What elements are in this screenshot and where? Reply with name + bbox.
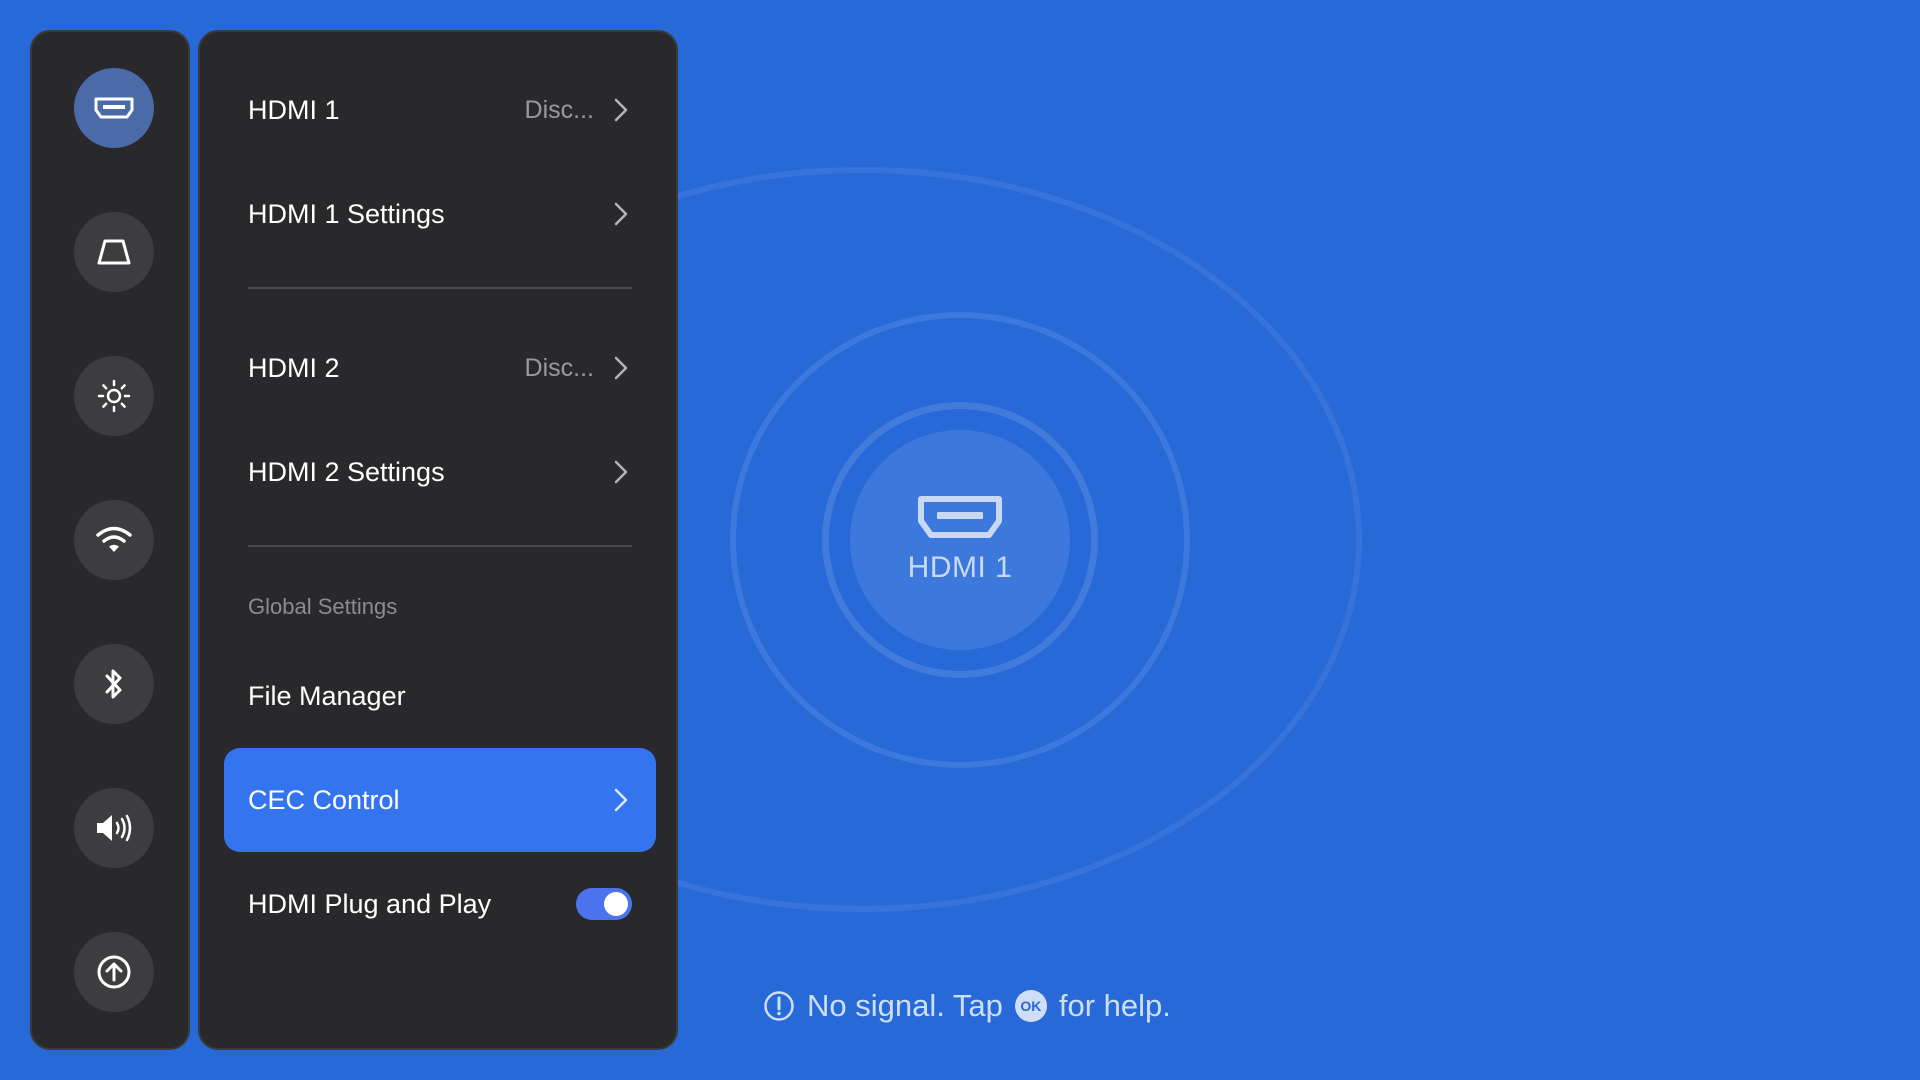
rail-brightness-button[interactable]	[74, 356, 154, 436]
settings-menu: HDMI 1 Disc... HDMI 1 Settings HDMI 2 Di…	[198, 30, 678, 1050]
chevron-right-icon	[610, 786, 632, 814]
menu-item-label: HDMI 1 Settings	[248, 198, 445, 229]
no-signal-hint: No signal. Tap OK for help.	[763, 986, 1171, 1026]
menu-divider	[248, 287, 632, 289]
menu-item-hdmi2-settings[interactable]: HDMI 2 Settings	[224, 420, 656, 524]
toggle-knob	[604, 892, 628, 916]
keystone-icon	[97, 239, 131, 265]
chevron-right-icon	[610, 96, 632, 124]
ok-button-badge: OK	[1014, 990, 1047, 1022]
menu-item-hdmi-plug-and-play: HDMI Plug and Play	[224, 852, 656, 956]
menu-item-cec-control[interactable]: CEC Control	[224, 748, 656, 852]
menu-item-label: HDMI Plug and Play	[248, 888, 492, 919]
upload-icon	[97, 955, 131, 989]
volume-icon	[97, 814, 132, 842]
chevron-right-icon	[610, 354, 632, 382]
menu-item-hdmi2[interactable]: HDMI 2 Disc...	[224, 316, 656, 420]
plug-and-play-toggle[interactable]	[576, 888, 632, 920]
menu-item-hdmi1-settings[interactable]: HDMI 1 Settings	[224, 162, 656, 266]
bluetooth-icon	[105, 669, 122, 699]
menu-item-label: HDMI 1	[248, 94, 340, 125]
hdmi-input-icon	[94, 97, 134, 119]
section-label: Global Settings	[248, 594, 398, 619]
chevron-right-icon	[610, 200, 632, 228]
rail-hdmi-button[interactable]	[74, 68, 154, 148]
brightness-icon	[97, 379, 131, 413]
info-icon	[763, 990, 795, 1022]
rail-wifi-button[interactable]	[74, 500, 154, 580]
rail-update-button[interactable]	[74, 932, 154, 1012]
menu-item-label: CEC Control	[248, 784, 400, 815]
menu-item-label: File Manager	[248, 680, 406, 711]
menu-item-file-manager[interactable]: File Manager	[224, 644, 656, 748]
rail-keystone-button[interactable]	[74, 212, 154, 292]
source-label: HDMI 1	[907, 551, 1013, 584]
category-rail	[30, 30, 190, 1050]
menu-item-label: HDMI 2	[248, 352, 340, 383]
menu-item-status: Disc...	[524, 95, 594, 124]
menu-item-hdmi1[interactable]: HDMI 1 Disc...	[224, 58, 656, 162]
rail-bluetooth-button[interactable]	[74, 644, 154, 724]
rail-volume-button[interactable]	[74, 788, 154, 868]
hint-text-prefix: No signal. Tap	[807, 988, 1003, 1023]
chevron-right-icon	[610, 458, 632, 486]
menu-item-status: Disc...	[524, 353, 594, 382]
hint-text-suffix: for help.	[1058, 988, 1171, 1023]
source-indicator: HDMI 1	[850, 430, 1070, 650]
menu-divider	[248, 545, 632, 547]
wifi-icon	[96, 526, 132, 552]
menu-item-label: HDMI 2 Settings	[248, 456, 445, 487]
hdmi-icon	[918, 496, 1002, 538]
